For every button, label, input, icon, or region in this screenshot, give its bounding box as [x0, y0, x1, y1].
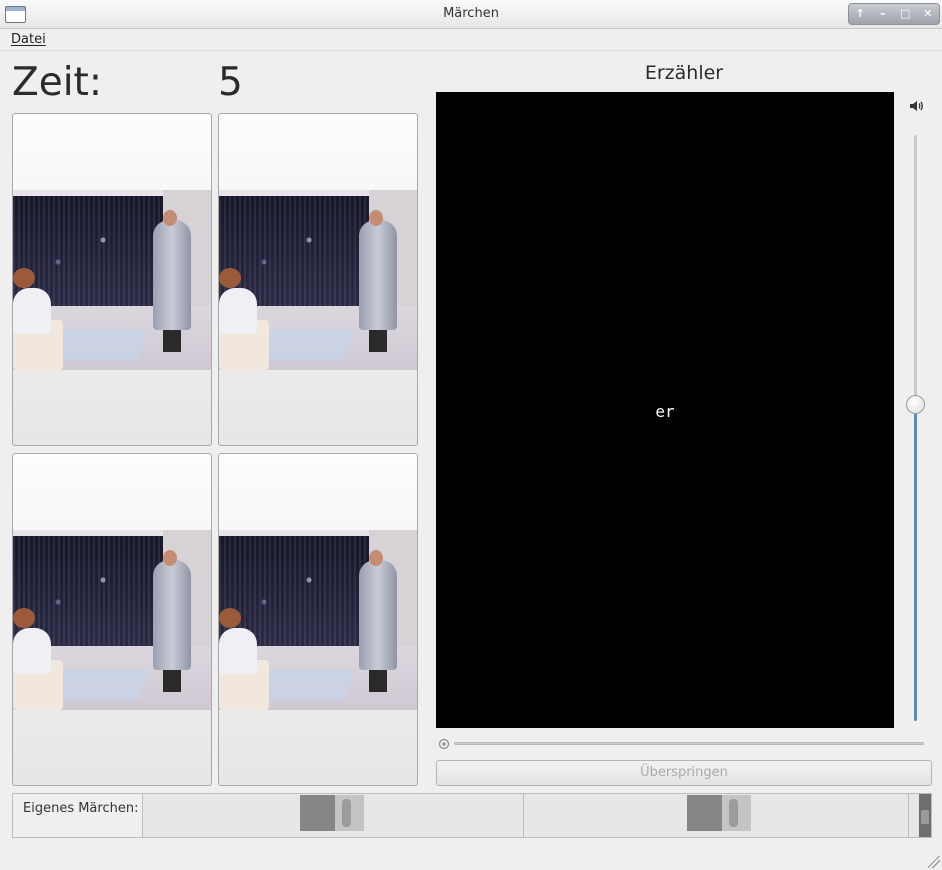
close-button[interactable]: ✕	[919, 5, 937, 23]
card-image	[13, 530, 211, 710]
narrator-title: Erzähler	[644, 62, 724, 84]
video-subtitle: er	[655, 402, 675, 421]
seek-slider[interactable]	[454, 742, 924, 745]
minimize-button[interactable]: –	[874, 5, 892, 23]
skip-button[interactable]: Überspringen	[436, 760, 932, 786]
volume-slider-fill	[914, 404, 917, 721]
slot-thumbnail	[687, 795, 751, 831]
time-value: 5	[218, 60, 243, 105]
window-controls: ↑ – □ ✕	[848, 3, 940, 25]
card-image	[219, 530, 417, 710]
card-image	[219, 190, 417, 370]
own-tale-strip: Eigenes Märchen:	[12, 793, 932, 838]
card-3[interactable]	[12, 453, 212, 786]
strip-scrollbar-thumb[interactable]	[921, 810, 929, 824]
speaker-icon[interactable]	[908, 98, 924, 114]
card-2[interactable]	[218, 113, 418, 446]
card-1[interactable]	[12, 113, 212, 446]
resize-grip[interactable]	[928, 856, 940, 868]
window-title: Märchen	[443, 6, 499, 21]
playhead-icon[interactable]	[438, 738, 450, 750]
own-tale-label: Eigenes Märchen:	[13, 794, 143, 837]
shade-button[interactable]: ↑	[851, 5, 869, 23]
video-area[interactable]: er	[436, 92, 894, 728]
title-bar: Märchen ↑ – □ ✕	[0, 0, 942, 29]
volume-slider-knob[interactable]	[906, 394, 925, 414]
menu-bar: Datei	[0, 29, 942, 51]
card-image	[13, 190, 211, 370]
menu-datei[interactable]: Datei	[11, 32, 46, 47]
own-tale-slot[interactable]	[529, 794, 909, 837]
own-tale-slot[interactable]	[144, 794, 524, 837]
maximize-button[interactable]: □	[896, 5, 914, 23]
card-4[interactable]	[218, 453, 418, 786]
time-label: Zeit:	[12, 60, 102, 105]
slot-thumbnail	[300, 795, 364, 831]
